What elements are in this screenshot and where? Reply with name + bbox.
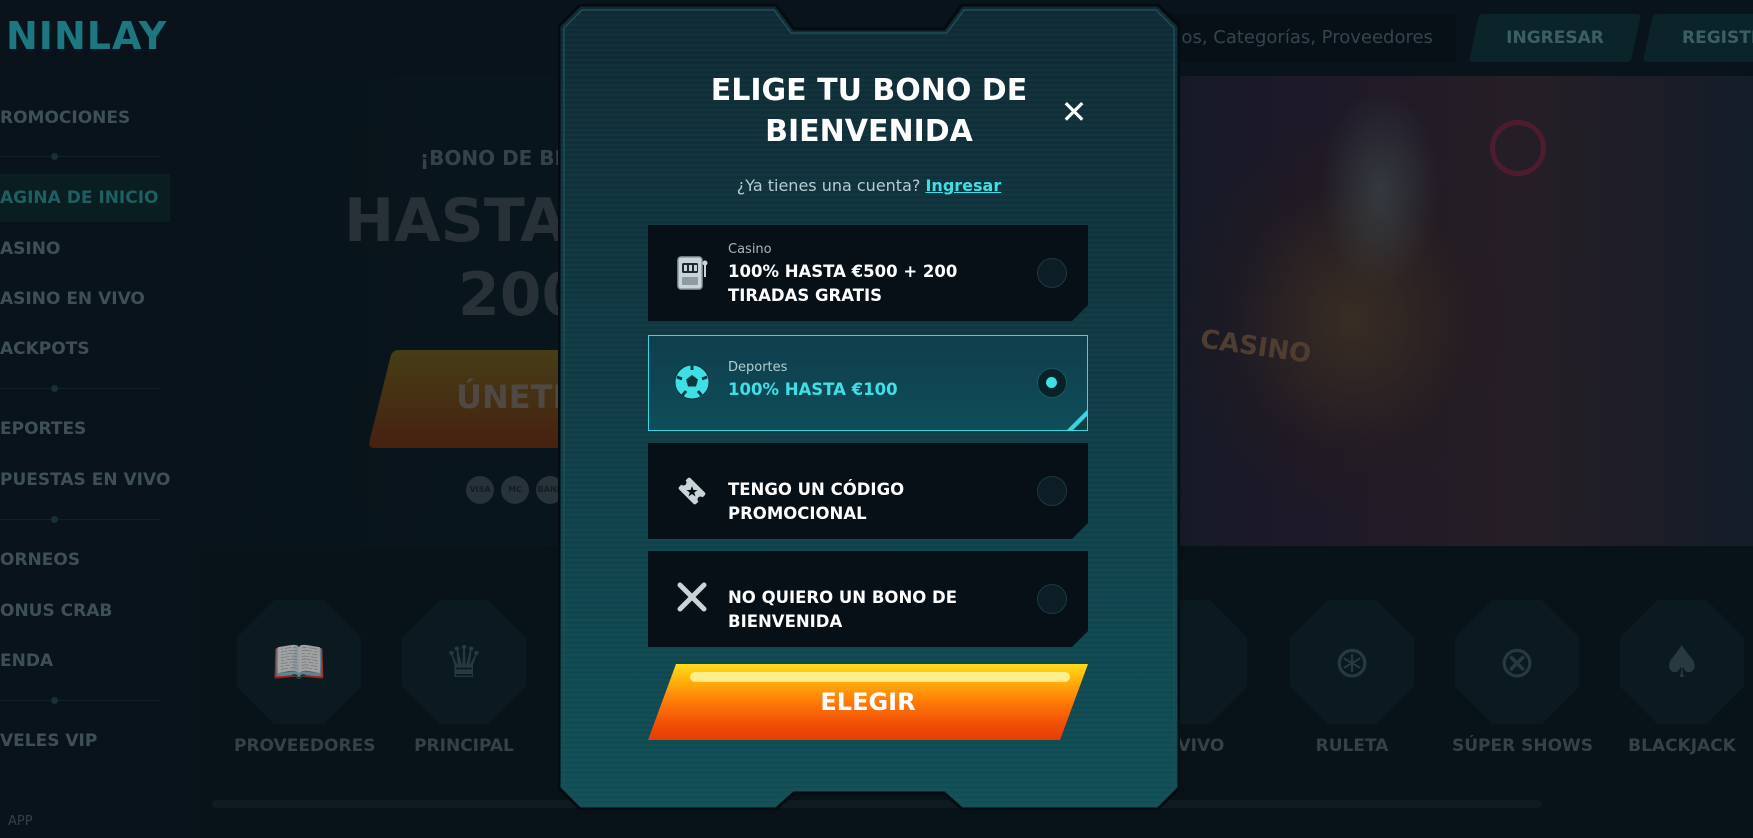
promo-ticket-icon [672,471,712,511]
soccer-ball-icon [672,362,712,402]
login-link[interactable]: Ingresar [925,176,1001,195]
radio-promo-code[interactable] [1037,476,1067,506]
bonus-option-promo-code[interactable]: TENGO UN CÓDIGO PROMOCIONAL [648,443,1088,539]
radio-casino[interactable] [1037,258,1067,288]
close-icon[interactable]: ✕ [1056,94,1092,130]
option-text: 100% HASTA €500 + 200 TIRADAS GRATIS [728,262,958,305]
option-text: TENGO UN CÓDIGO PROMOCIONAL [728,480,905,523]
button-shine [690,672,1070,682]
bonus-option-no-bonus[interactable]: NO QUIERO UN BONO DE BIENVENIDA [648,551,1088,647]
login-prompt-text: ¿Ya tienes una cuenta? [736,176,921,195]
option-category: Deportes [728,360,788,375]
elegir-button-label: ELEGIR [820,688,916,716]
radio-deportes[interactable] [1037,368,1067,398]
option-text: 100% HASTA €100 [728,380,898,399]
option-text: NO QUIERO UN BONO DE BIENVENIDA [728,588,957,631]
cross-icon [672,577,712,617]
login-prompt: ¿Ya tienes una cuenta? Ingresar [558,176,1180,195]
option-category: Casino [728,242,772,257]
modal-title: ELIGE TU BONO DE BIENVENIDA [710,73,1028,149]
elegir-button[interactable]: ELEGIR [648,664,1088,740]
bonus-option-casino[interactable]: Casino 100% HASTA €500 + 200 TIRADAS GRA… [648,225,1088,321]
welcome-bonus-modal: ELIGE TU BONO DE BIENVENIDA ✕ ¿Ya tienes… [558,4,1180,810]
bonus-option-deportes[interactable]: Deportes 100% HASTA €100 [648,335,1088,431]
slot-machine-icon [672,253,712,293]
radio-no-bonus[interactable] [1037,584,1067,614]
